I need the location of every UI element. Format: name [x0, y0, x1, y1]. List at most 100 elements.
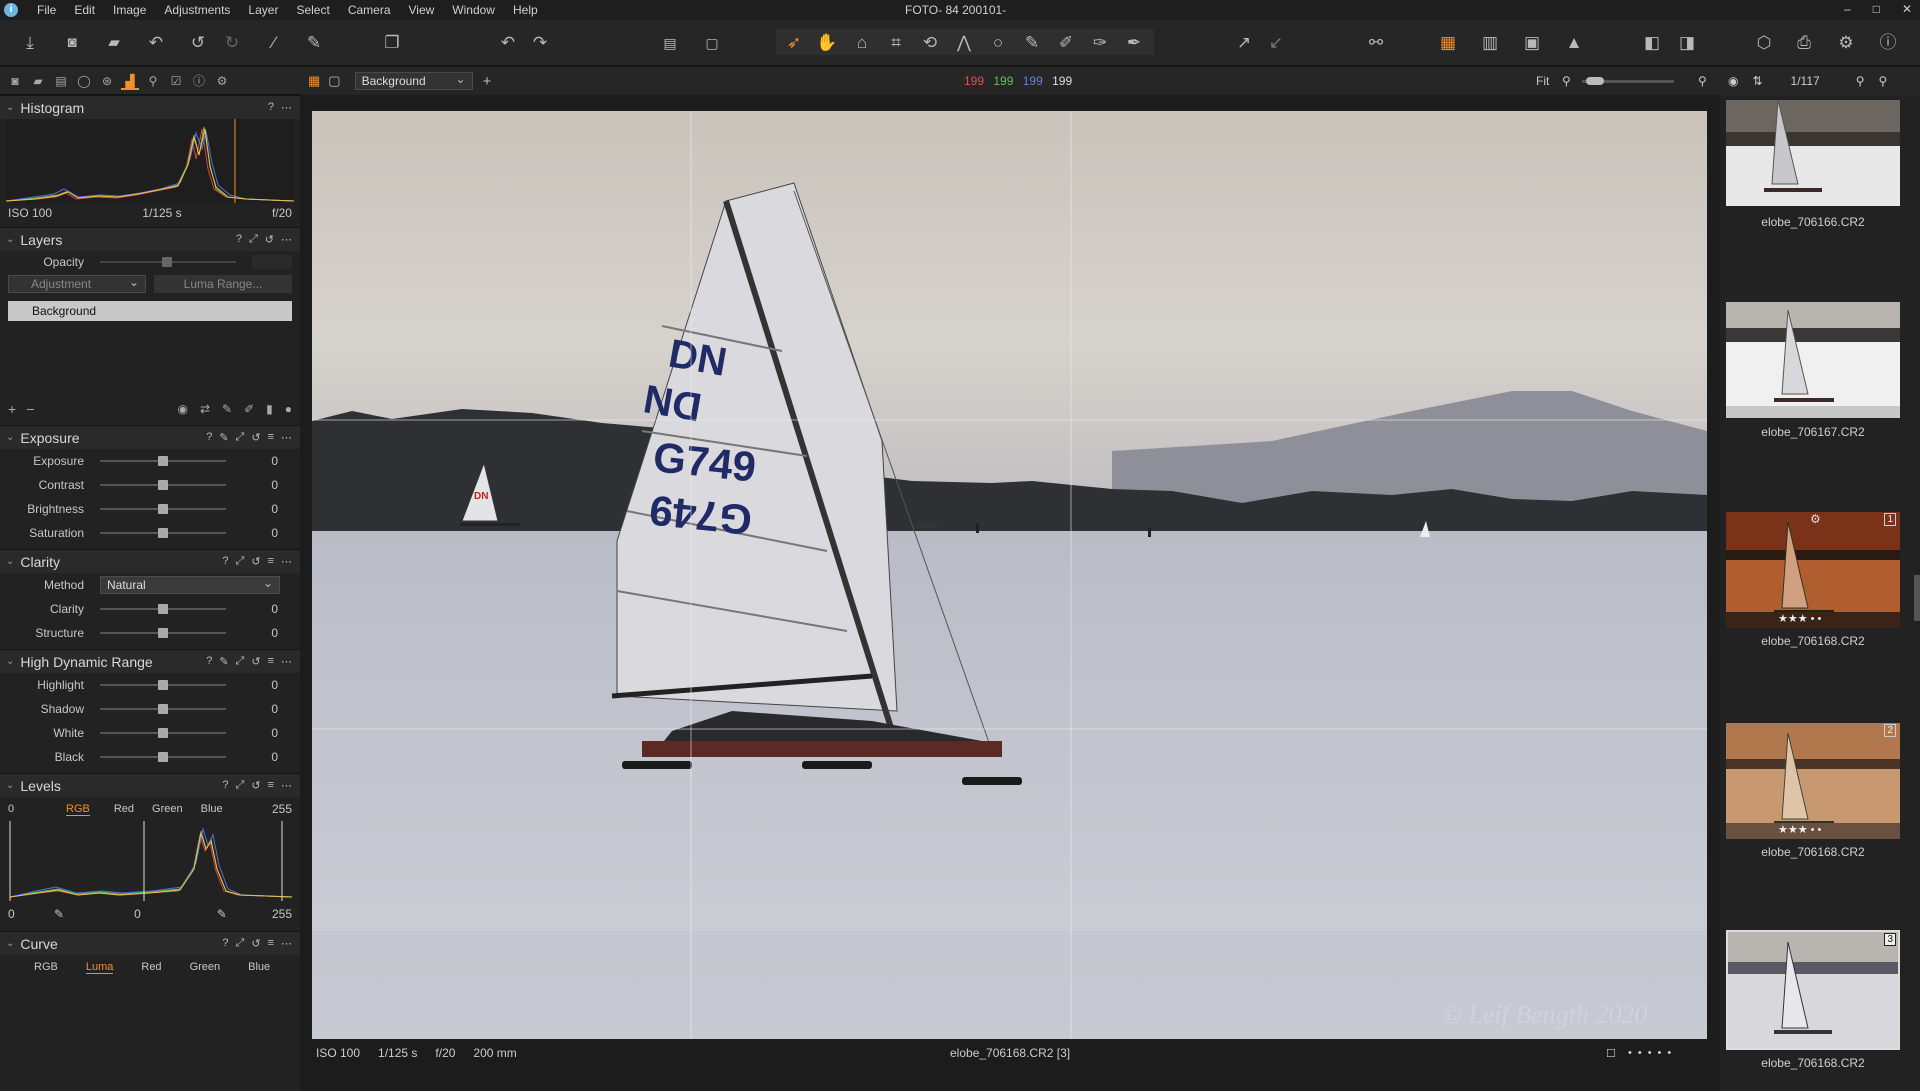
popout-icon[interactable]: ⤢ [236, 431, 245, 444]
exposure-header[interactable]: ⌄ Exposure ? ✎ ⤢ ↺ ≡ ⋯ [0, 425, 300, 449]
eye-icon[interactable]: ◉ [1728, 74, 1738, 88]
guides-icon[interactable]: ▥ [1478, 32, 1502, 54]
levels-out-high[interactable]: 255 [272, 907, 292, 921]
levels-tab-blue[interactable]: Blue [201, 803, 223, 815]
levels-out-low[interactable]: 0 [8, 907, 34, 921]
curve-header[interactable]: ⌄ Curve ? ⤢ ↺ ≡ ⋯ [0, 931, 300, 955]
select-cursor-icon[interactable]: ➶ [782, 32, 806, 54]
thumbnail-3-stars[interactable]: ★★★ • • [1778, 612, 1821, 625]
invert-icon[interactable]: ⇄ [200, 402, 210, 416]
zoom-knob[interactable] [1586, 77, 1604, 85]
levels-mid[interactable]: 0 [134, 907, 141, 921]
shadow-knob[interactable] [158, 704, 168, 714]
reset-icon[interactable]: ↺ [251, 555, 260, 568]
thumbnail-5-selected[interactable]: 3 [1726, 930, 1900, 1050]
curve-tab-red[interactable]: Red [141, 961, 161, 973]
contrast-slider[interactable] [100, 480, 226, 490]
brightness-value[interactable]: 0 [238, 502, 278, 516]
more-icon[interactable]: ⋯ [281, 555, 292, 568]
maximize-button[interactable]: □ [1873, 2, 1880, 16]
picker-icon[interactable]: ✎ [219, 655, 228, 668]
grid-view-icon[interactable]: ▦ [308, 73, 320, 89]
browser-scrollbar[interactable] [1914, 575, 1920, 621]
menu-select[interactable]: Select [287, 3, 338, 17]
tab-metadata[interactable]: ⓘ [190, 72, 208, 90]
reset-icon[interactable]: ↺ [251, 937, 260, 950]
draw-mask-icon[interactable]: ✐ [1054, 32, 1078, 54]
tab-color[interactable]: ◯ [75, 72, 93, 90]
thumbnail-2-name[interactable]: elobe_706167.CR2 [1726, 425, 1900, 439]
menu-view[interactable]: View [400, 3, 444, 17]
presets-icon[interactable]: ≡ [268, 431, 274, 444]
layer-select[interactable]: Background [354, 71, 473, 90]
shadow-slider[interactable] [100, 704, 226, 714]
brightness-slider[interactable] [100, 504, 226, 514]
saturation-value[interactable]: 0 [238, 526, 278, 540]
thumbnail-4-stars[interactable]: ★★★ • • [1778, 823, 1821, 836]
thumbnail-3-name[interactable]: elobe_706168.CR2 [1726, 634, 1900, 648]
contrast-value[interactable]: 0 [238, 478, 278, 492]
levels-header[interactable]: ⌄ Levels ? ⤢ ↺ ≡ ⋯ [0, 773, 300, 797]
levels-tab-rgb[interactable]: RGB [66, 803, 90, 816]
chevron-down-icon[interactable]: ⌄ [6, 432, 14, 443]
highlight-knob[interactable] [158, 680, 168, 690]
more-icon[interactable]: ⋯ [281, 233, 292, 246]
help-icon[interactable]: ? [268, 101, 274, 114]
popout-icon[interactable]: ⤢ [236, 779, 245, 792]
chevron-down-icon[interactable]: ⌄ [6, 234, 14, 245]
more-icon[interactable]: ⋯ [281, 655, 292, 668]
popout-icon[interactable]: ⤢ [236, 937, 245, 950]
single-view-icon[interactable]: ▤ [658, 32, 682, 54]
camera-icon[interactable]: ◙ [60, 32, 84, 54]
luma-range-button[interactable]: Luma Range... [154, 275, 292, 293]
chevron-down-icon[interactable]: ⌄ [6, 556, 14, 567]
highlight-value[interactable]: 0 [238, 678, 278, 692]
tab-library[interactable]: ▰ [29, 72, 47, 90]
add-layer-icon[interactable]: + [8, 401, 16, 417]
menu-layer[interactable]: Layer [239, 3, 287, 17]
focus-mask-icon[interactable]: ▣ [1520, 32, 1544, 54]
brightness-knob[interactable] [158, 504, 168, 514]
menu-camera[interactable]: Camera [339, 3, 400, 17]
crop-icon[interactable]: ⌗ [884, 32, 908, 54]
info-icon[interactable]: ⓘ [1876, 32, 1900, 54]
black-value[interactable]: 0 [238, 750, 278, 764]
import-icon[interactable]: ⤓ [18, 32, 42, 54]
levels-tab-green[interactable]: Green [152, 803, 183, 815]
opacity-slider[interactable] [100, 257, 236, 267]
grid-icon[interactable]: ▦ [1436, 32, 1460, 54]
hdr-header[interactable]: ⌄ High Dynamic Range ? ✎ ⤢ ↺ ≡ ⋯ [0, 649, 300, 673]
share-icon[interactable]: ⬡ [1752, 32, 1776, 54]
thumbnail-3[interactable]: 1 ⚙ ★★★ • • [1726, 512, 1900, 628]
zoom-out-icon[interactable]: ⚲ [1562, 74, 1571, 88]
radial-gradient-icon[interactable]: ● [285, 402, 292, 416]
rotate-right-icon[interactable]: ↷ [528, 32, 552, 54]
chevron-down-icon[interactable]: ⌄ [6, 938, 14, 949]
tab-settings[interactable]: ⚙ [213, 72, 231, 90]
exposure-value[interactable]: 0 [238, 454, 278, 468]
clarity-slider[interactable] [100, 604, 226, 614]
shadow-value[interactable]: 0 [238, 702, 278, 716]
white-point-picker-icon[interactable]: ✎ [217, 907, 227, 921]
layer-item-background[interactable]: Background [8, 301, 292, 321]
export-folder-icon[interactable]: ▰ [102, 32, 126, 54]
black-slider[interactable] [100, 752, 226, 762]
edit-mask-icon[interactable]: ▢ [700, 32, 724, 54]
more-icon[interactable]: ⋯ [281, 779, 292, 792]
curve-tab-blue[interactable]: Blue [248, 961, 270, 973]
help-icon[interactable]: ? [222, 779, 228, 792]
exposure-warning-icon[interactable]: ▲ [1562, 32, 1586, 54]
structure-value[interactable]: 0 [238, 626, 278, 640]
help-icon[interactable]: ? [222, 555, 228, 568]
reset-icon[interactable]: ↺ [251, 655, 260, 668]
keystone-icon[interactable]: ⋀ [952, 32, 976, 54]
close-button[interactable]: ✕ [1902, 2, 1912, 16]
clarity-value[interactable]: 0 [238, 602, 278, 616]
presets-icon[interactable]: ≡ [268, 555, 274, 568]
levels-tab-red[interactable]: Red [114, 803, 134, 815]
reset-icon[interactable]: ↶ [144, 32, 168, 54]
layers-header[interactable]: ⌄ Layers ? ⤢ ↺ ⋯ [0, 227, 300, 251]
popout-icon[interactable]: ⤢ [249, 233, 258, 246]
more-icon[interactable]: ⋯ [281, 101, 292, 114]
tab-adjustments[interactable]: ☑ [167, 72, 185, 90]
